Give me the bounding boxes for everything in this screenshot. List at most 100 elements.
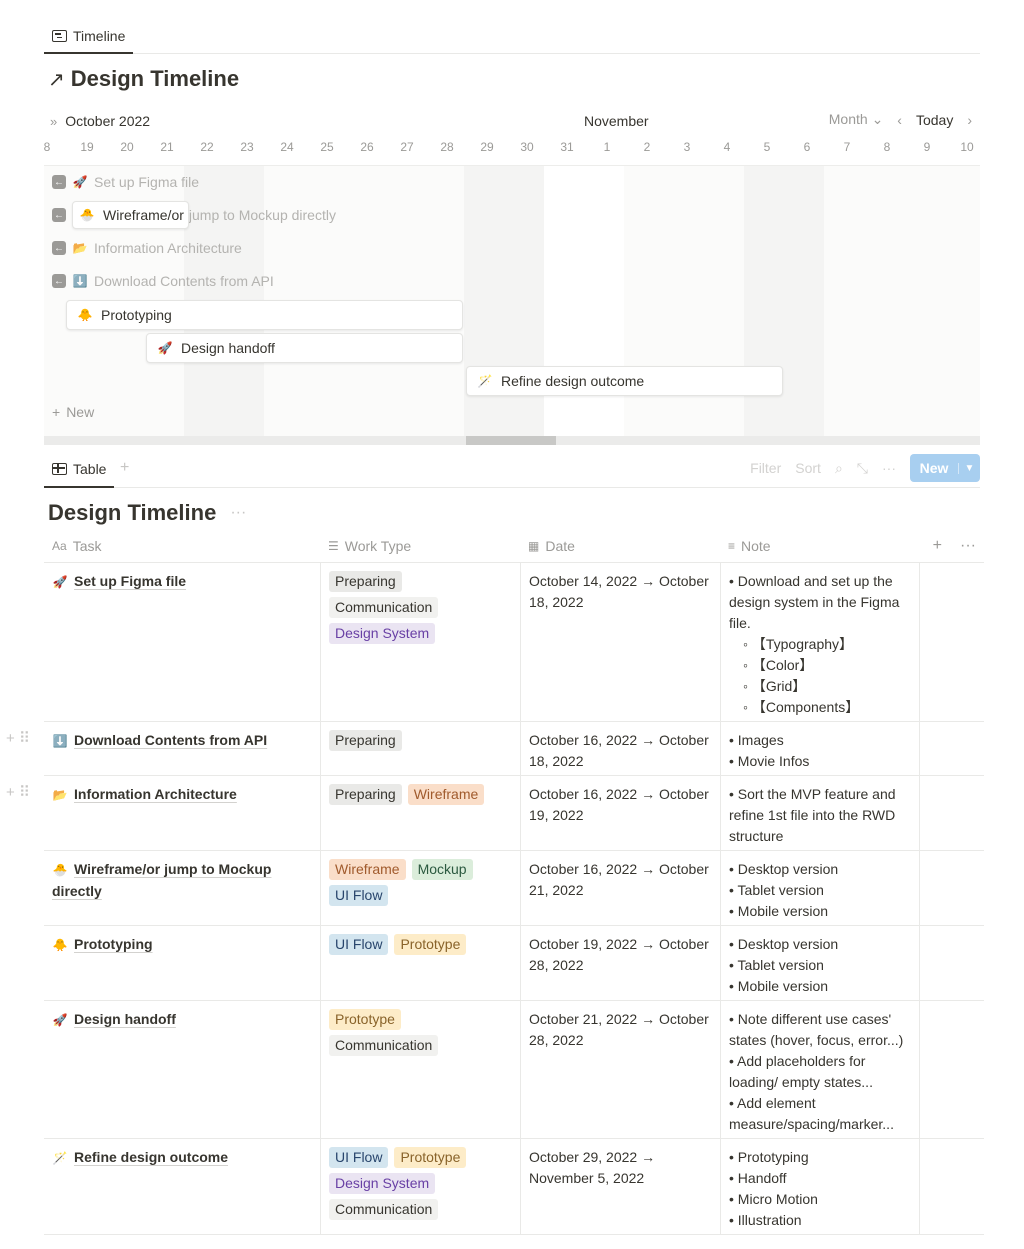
column-header-note[interactable]: ≡ Note (720, 529, 771, 563)
tab-timeline[interactable]: Timeline (44, 20, 133, 54)
task-title[interactable]: 🚀Set up Figma file (52, 571, 312, 593)
timeline-day-label: 22 (187, 140, 227, 154)
work-type-tag: Wireframe (408, 784, 485, 805)
note-line: structure (729, 826, 911, 847)
table-row[interactable]: 🐣Wireframe/or jump to MockupdirectlyWire… (44, 851, 984, 926)
table-row[interactable]: 🪄Refine design outcome UI FlowPrototypeDe… (44, 1139, 984, 1235)
chevron-down-icon[interactable]: ▼ (958, 463, 980, 474)
task-name: Download Contents from API (74, 732, 267, 748)
timeline-day-label: 1 (587, 140, 627, 154)
cell-note[interactable]: • Note different use cases'states (hover… (720, 1001, 920, 1138)
timeline-new-button[interactable]: + New (52, 404, 94, 420)
today-button[interactable]: Today (916, 112, 953, 128)
table-row[interactable]: 🐥PrototypingUI FlowPrototypeOctober 19, … (44, 926, 984, 1001)
cell-task[interactable]: 🚀Set up Figma file (44, 563, 320, 721)
cell-date[interactable]: October 19, 2022 → October28, 2022 (520, 926, 720, 1000)
next-chevron-icon[interactable]: › (967, 112, 972, 128)
timeline-item-download-contents[interactable]: ← ⬇️ Download Contents from API (52, 266, 274, 296)
timeline-canvas[interactable]: ← 🚀 Set up Figma file ← 🐣 Wireframe/or j… (44, 165, 980, 437)
cell-date[interactable]: October 16, 2022 → October19, 2022 (520, 776, 720, 850)
column-header-date[interactable]: ▦ Date (520, 529, 575, 563)
column-header-task[interactable]: Aa Task (44, 529, 101, 563)
timeline-bar-prototyping[interactable]: 🐥 Prototyping (66, 300, 463, 330)
timeline-bar-design-handoff[interactable]: 🚀 Design handoff (146, 333, 463, 363)
arrow-left-icon[interactable]: ← (52, 208, 66, 222)
table-view-tabs: Table + Filter Sort ⌕ ⤡ ··· New ▼ (44, 452, 980, 488)
task-title[interactable]: 🪄Refine design outcome (52, 1147, 312, 1169)
sort-button[interactable]: Sort (795, 460, 821, 476)
download-icon: ⬇️ (72, 274, 88, 288)
cell-work-type[interactable]: UI FlowPrototypeDesign SystemCommunicati… (320, 1139, 520, 1234)
cell-work-type[interactable]: Preparing (320, 722, 520, 775)
timeline-day-label: 19 (67, 140, 107, 154)
cell-date[interactable]: October 16, 2022 → October18, 2022 (520, 722, 720, 775)
task-title[interactable]: ⬇️Download Contents from API (52, 730, 312, 752)
date-range: October 19, 2022 → October (529, 934, 712, 955)
rocket-icon: 🚀 (52, 1010, 68, 1031)
more-icon[interactable]: ··· (960, 537, 976, 555)
cell-note[interactable]: • Desktop version• Tablet version• Mobil… (720, 851, 920, 925)
row-drag-handle-icon[interactable]: + ⠿ (6, 729, 30, 747)
cell-note[interactable]: • Download and set up thedesign system i… (720, 563, 920, 721)
prev-chevron-icon[interactable]: ‹ (897, 112, 902, 128)
task-title[interactable]: 🚀Design handoff (52, 1009, 312, 1031)
expand-icon[interactable]: ⤡ (857, 460, 868, 477)
cell-note[interactable]: • Desktop version• Tablet version• Mobil… (720, 926, 920, 1000)
timeline-bar-refine-design[interactable]: 🪄 Refine design outcome (466, 366, 783, 396)
table-row[interactable]: 🚀Design handoff PrototypeCommunicationOct… (44, 1001, 984, 1139)
arrow-left-icon[interactable]: ← (52, 241, 66, 255)
today-column (544, 166, 624, 437)
cell-work-type[interactable]: UI FlowPrototype (320, 926, 520, 1000)
timeline-item-information-architecture[interactable]: ← 📂 Information Architecture (52, 233, 242, 263)
task-title[interactable]: 🐣Wireframe/or jump to Mockupdirectly (52, 859, 312, 902)
cell-date[interactable]: October 16, 2022 → October21, 2022 (520, 851, 720, 925)
cell-task[interactable]: 🐥Prototyping (44, 926, 320, 1000)
new-button[interactable]: New ▼ (910, 454, 980, 482)
timeline-bar-wireframe[interactable]: 🐣 Wireframe/or (72, 201, 189, 229)
note-line: • Illustration (729, 1210, 911, 1231)
table-row[interactable]: 🚀Set up Figma file PreparingCommunication… (44, 563, 984, 722)
task-name: Refine design outcome (74, 1149, 228, 1165)
add-property-plus-icon[interactable]: + (933, 537, 942, 555)
month-right-label: November (584, 113, 649, 129)
note-line: measure/spacing/marker... (729, 1114, 911, 1135)
cell-date[interactable]: October 29, 2022 →November 5, 2022 (520, 1139, 720, 1234)
more-icon[interactable]: ··· (882, 460, 896, 476)
cell-date[interactable]: October 14, 2022 → October18, 2022 (520, 563, 720, 721)
header-tools: + ··· (933, 529, 976, 563)
cell-work-type[interactable]: WireframeMockupUI Flow (320, 851, 520, 925)
cell-task[interactable]: 🚀Design handoff (44, 1001, 320, 1138)
cell-task[interactable]: 🪄Refine design outcome (44, 1139, 320, 1234)
row-drag-handle-icon[interactable]: + ⠿ (6, 783, 30, 801)
cell-note[interactable]: • Sort the MVP feature andrefine 1st fil… (720, 776, 920, 850)
cell-work-type[interactable]: PreparingCommunicationDesign System (320, 563, 520, 721)
date-range-cont: 28, 2022 (529, 955, 712, 976)
more-icon[interactable]: ··· (230, 504, 246, 522)
view-mode-select[interactable]: Month ⌄ (829, 111, 884, 128)
timeline-item-setup-figma[interactable]: ← 🚀 Set up Figma file (52, 167, 199, 197)
timeline-scrollbar[interactable] (44, 436, 980, 445)
arrow-left-icon[interactable]: ← (52, 175, 66, 189)
cell-task[interactable]: 🐣Wireframe/or jump to Mockupdirectly (44, 851, 320, 925)
search-icon[interactable]: ⌕ (835, 460, 843, 477)
cell-task[interactable]: ⬇️Download Contents from API (44, 722, 320, 775)
arrow-left-icon[interactable]: ← (52, 274, 66, 288)
tab-table[interactable]: Table (44, 452, 114, 488)
cell-note[interactable]: • Prototyping• Handoff• Micro Motion• Il… (720, 1139, 920, 1234)
table-row[interactable]: 📂Information Architecture PreparingWirefr… (44, 776, 984, 851)
cell-note[interactable]: • Images• Movie Infos (720, 722, 920, 775)
column-header-work-type[interactable]: ☰ Work Type (320, 529, 411, 563)
add-view-plus-icon[interactable]: + (120, 459, 129, 477)
scrollbar-thumb[interactable] (466, 436, 556, 445)
cell-date[interactable]: October 21, 2022 → October28, 2022 (520, 1001, 720, 1138)
timeline-day-label: 3 (667, 140, 707, 154)
collapse-double-chevron-icon[interactable]: » (50, 114, 57, 129)
table-row[interactable]: ⬇️Download Contents from API PreparingOct… (44, 722, 984, 776)
filter-button[interactable]: Filter (750, 460, 781, 476)
timeline-item-wireframe[interactable]: ← 🐣 Wireframe/or jump to Mockup directly (52, 200, 336, 230)
cell-work-type[interactable]: PreparingWireframe (320, 776, 520, 850)
task-title[interactable]: 📂Information Architecture (52, 784, 312, 806)
cell-task[interactable]: 📂Information Architecture (44, 776, 320, 850)
cell-work-type[interactable]: PrototypeCommunication (320, 1001, 520, 1138)
task-title[interactable]: 🐥Prototyping (52, 934, 312, 956)
